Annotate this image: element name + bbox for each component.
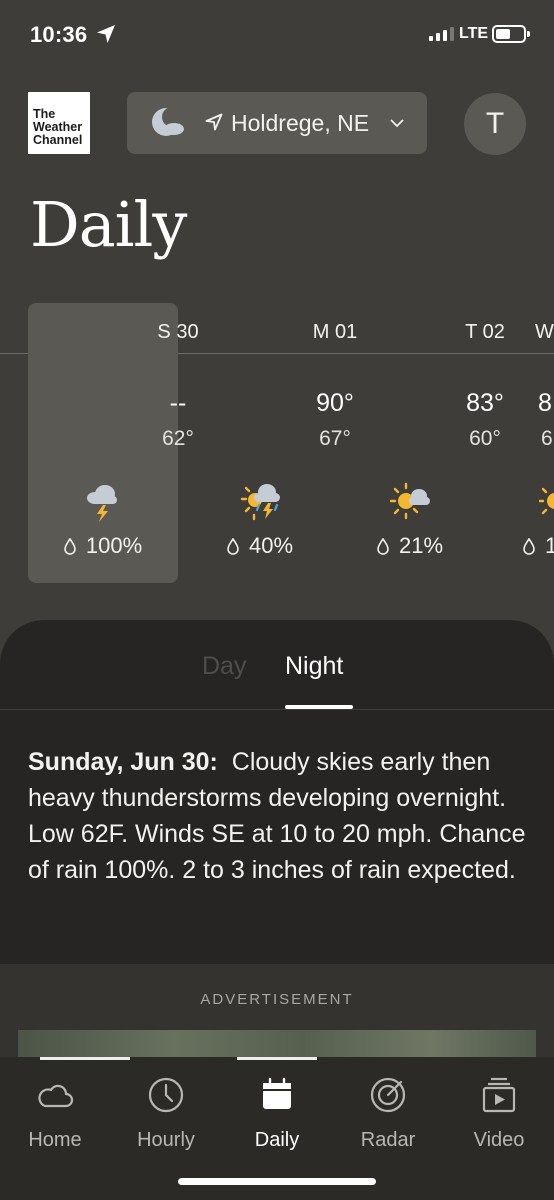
partly-cloudy-icon — [388, 479, 432, 523]
raindrop-icon — [227, 537, 239, 555]
nav-hourly[interactable]: Hourly — [111, 1075, 221, 1152]
nav-label: Video — [473, 1129, 525, 1151]
forecast-narrative: Sunday, Jun 30: Cloudy skies early then … — [28, 744, 528, 888]
precip-chance: 40% — [185, 533, 335, 559]
radar-icon — [370, 1077, 406, 1113]
day-card[interactable]: S 30 -- 62° 100% — [28, 303, 199, 583]
page-title: Daily — [30, 188, 187, 261]
active-tab-underline — [285, 705, 353, 709]
signal-icon — [429, 27, 454, 41]
thunderstorm-icon — [81, 479, 125, 523]
network-label: LTE — [459, 25, 489, 42]
narrative-date: Sunday, Jun 30: — [28, 748, 218, 776]
home-cloud-icon — [38, 1084, 74, 1108]
precip-value: 100% — [85, 533, 143, 558]
nav-highlight — [237, 1057, 317, 1060]
avatar[interactable]: T — [464, 93, 526, 155]
nav-daily[interactable]: Daily — [222, 1075, 332, 1152]
weather-channel-logo[interactable]: The Weather Channel — [28, 92, 90, 154]
precip-value: 1 — [545, 533, 554, 558]
daily-forecast-strip[interactable]: S 30 -- 62° 100% M 01 90° 67° 40% T 02 8… — [0, 303, 554, 593]
day-card[interactable]: M 01 90° 67° 40% — [185, 303, 357, 583]
precip-chance: 100% — [28, 533, 178, 559]
nav-label: Radar — [360, 1129, 416, 1151]
low-temp: 6 — [541, 427, 553, 450]
logo-line: Channel — [33, 133, 83, 147]
day-card[interactable]: T 02 83° 60° 21% — [335, 303, 505, 583]
raindrop-icon — [523, 537, 535, 555]
raindrop-icon — [377, 537, 389, 555]
precip-value: 21% — [398, 533, 444, 558]
day-night-tabs: Day Night — [0, 620, 554, 710]
sun-thunderstorm-icon — [238, 479, 282, 523]
moon-cloud-icon — [151, 107, 185, 144]
location-name: Holdrege, NE — [231, 110, 370, 136]
chevron-down-icon — [389, 116, 405, 134]
day-card[interactable]: W 8 6 1 — [485, 303, 554, 583]
battery-icon — [492, 25, 530, 43]
video-icon — [482, 1077, 516, 1113]
nav-radar[interactable]: Radar — [333, 1075, 443, 1152]
nav-label: Home — [28, 1129, 82, 1151]
status-bar: 10:36 LTE — [0, 0, 554, 70]
calendar-icon — [263, 1077, 291, 1109]
high-temp: 8 — [538, 389, 552, 417]
location-arrow-icon — [96, 24, 116, 49]
nav-highlight — [40, 1057, 130, 1060]
nav-label: Hourly — [137, 1129, 195, 1151]
tab-night[interactable]: Night — [285, 652, 343, 681]
navigation-arrow-icon — [205, 113, 223, 136]
day-label: W — [535, 321, 554, 343]
home-indicator[interactable] — [178, 1178, 376, 1185]
precip-chance: 21% — [335, 533, 485, 559]
raindrop-icon — [64, 537, 76, 555]
nav-video[interactable]: Video — [444, 1075, 554, 1152]
ad-label: ADVERTISEMENT — [200, 991, 354, 1008]
nav-label: Daily — [254, 1129, 300, 1151]
advertisement[interactable]: ADVERTISEMENT — [0, 964, 554, 1070]
day-detail-panel: Day Night Sunday, Jun 30: Cloudy skies e… — [0, 620, 554, 964]
avatar-initial: T — [485, 107, 505, 140]
location-selector[interactable]: Holdrege, NE — [127, 92, 427, 154]
tab-day[interactable]: Day — [202, 652, 246, 681]
status-time: 10:36 — [30, 22, 88, 47]
precip-chance: 1 — [523, 533, 554, 559]
nav-home[interactable]: Home — [0, 1075, 110, 1152]
sun-icon — [537, 479, 554, 523]
precip-value: 40% — [248, 533, 294, 558]
clock-icon — [148, 1077, 184, 1113]
